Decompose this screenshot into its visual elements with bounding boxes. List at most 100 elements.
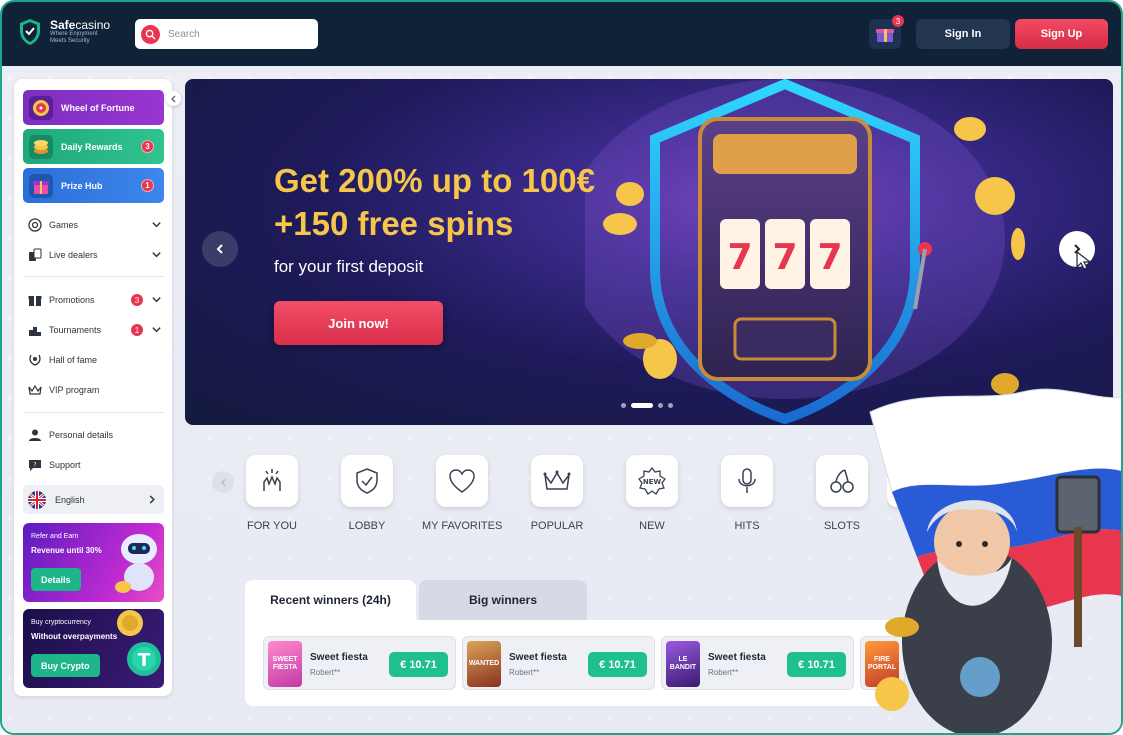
sidebar-item-label: Support bbox=[49, 460, 81, 470]
category-lobby[interactable]: LOBBY bbox=[327, 455, 407, 532]
divider bbox=[23, 412, 164, 413]
sidebar-item-promotions[interactable]: Promotions 3 bbox=[27, 289, 162, 311]
sidebar-item-label: Games bbox=[49, 220, 79, 230]
sidebar-item-label: Hall of fame bbox=[49, 355, 98, 365]
tile-label: Prize Hub bbox=[61, 180, 103, 191]
carousel-dot[interactable] bbox=[658, 403, 663, 408]
shield-check-icon bbox=[341, 455, 393, 507]
uk-flag-icon bbox=[28, 490, 46, 509]
category-my-favorites[interactable]: MY FAVORITES bbox=[422, 455, 502, 532]
chevron-down-icon[interactable] bbox=[151, 219, 162, 230]
sidebar-item-tournaments[interactable]: Tournaments 1 bbox=[27, 319, 162, 341]
winner-username: Robert** bbox=[509, 668, 540, 677]
sidebar-tile-daily-rewards[interactable]: Daily Rewards 3 bbox=[23, 129, 164, 164]
sidebar-item-games[interactable]: Games bbox=[27, 214, 162, 236]
category-label: MY FAVORITES bbox=[422, 520, 503, 532]
chevron-down-icon[interactable] bbox=[151, 324, 162, 335]
carousel-dots bbox=[621, 403, 673, 408]
logo[interactable]: Safecasino Where Enjoyment Meets Securit… bbox=[18, 18, 110, 46]
svg-text:7: 7 bbox=[727, 237, 752, 278]
chevron-down-icon[interactable] bbox=[151, 294, 162, 305]
sidebar-item-personal-details[interactable]: Personal details bbox=[27, 424, 162, 446]
sidebar-item-hall-of-fame[interactable]: Hall of fame bbox=[27, 349, 162, 371]
buy-crypto-button[interactable]: Buy Crypto bbox=[31, 654, 100, 677]
logo-tagline: Where Enjoyment Meets Security bbox=[50, 31, 98, 44]
game-thumbnail: WANTED bbox=[467, 641, 501, 687]
tab-recent-winners[interactable]: Recent winners (24h) bbox=[245, 580, 416, 620]
sidebar-item-label: Live dealers bbox=[49, 250, 98, 260]
search-bar[interactable] bbox=[135, 19, 318, 49]
sign-up-button[interactable]: Sign Up bbox=[1015, 19, 1108, 49]
banner-title: Get 200% up to 100€ +150 free spins bbox=[274, 159, 595, 245]
carousel-dot[interactable] bbox=[621, 403, 626, 408]
sidebar: Wheel of Fortune Daily Rewards 3 Prize H… bbox=[14, 79, 172, 696]
cards-icon bbox=[27, 248, 42, 263]
winner-username: Robert** bbox=[708, 668, 739, 677]
svg-text:7: 7 bbox=[772, 237, 797, 278]
sidebar-item-live-dealers[interactable]: Live dealers bbox=[27, 244, 162, 266]
carousel-dot-active[interactable] bbox=[631, 403, 653, 408]
chevron-left-icon bbox=[220, 478, 226, 486]
sidebar-tile-prize-hub[interactable]: Prize Hub 1 bbox=[23, 168, 164, 203]
search-input[interactable] bbox=[168, 28, 308, 40]
microphone-icon bbox=[721, 455, 773, 507]
game-thumbnail: SWEET FIESTA bbox=[268, 641, 302, 687]
gift-button[interactable]: 3 bbox=[869, 15, 904, 49]
crypto-card: Buy cryptocurrency Without overpayments … bbox=[23, 609, 164, 688]
sidebar-tile-wheel-of-fortune[interactable]: Wheel of Fortune bbox=[23, 90, 164, 125]
flag-and-warrior-illustration bbox=[869, 388, 1121, 733]
gift-badge: 3 bbox=[892, 15, 904, 27]
categories-prev-button[interactable] bbox=[212, 471, 234, 493]
crypto-small-text: Buy cryptocurrency bbox=[31, 619, 91, 626]
sidebar-item-vip-program[interactable]: VIP program bbox=[27, 379, 162, 401]
details-button[interactable]: Details bbox=[31, 568, 81, 591]
category-hits[interactable]: HITS bbox=[707, 455, 787, 532]
refer-card: Refer and Earn Revenue until 30% Details bbox=[23, 523, 164, 602]
hands-sparkle-icon bbox=[246, 455, 298, 507]
category-for-you[interactable]: FOR YOU bbox=[232, 455, 312, 532]
category-new[interactable]: NEW NEW bbox=[612, 455, 692, 532]
svg-text:7: 7 bbox=[817, 237, 842, 278]
language-selector[interactable]: English bbox=[23, 485, 164, 514]
sidebar-item-support[interactable]: ? Support bbox=[27, 454, 162, 476]
winner-amount: € 10.71 bbox=[588, 652, 647, 677]
wheel-icon bbox=[29, 95, 53, 120]
winner-game-name: Sweet fiesta bbox=[310, 652, 368, 663]
carousel-dot[interactable] bbox=[668, 403, 673, 408]
mouse-cursor-icon bbox=[1076, 251, 1092, 270]
winner-game-name: Sweet fiesta bbox=[509, 652, 567, 663]
winner-card[interactable]: LE BANDIT Sweet fiesta Robert** € 10.71 bbox=[661, 636, 854, 690]
top-bar: Safecasino Where Enjoyment Meets Securit… bbox=[2, 2, 1121, 66]
winner-game-name: Sweet fiesta bbox=[708, 652, 766, 663]
tile-label: Wheel of Fortune bbox=[61, 102, 135, 113]
winner-card[interactable]: SWEET FIESTA Sweet fiesta Robert** € 10.… bbox=[263, 636, 456, 690]
tile-label: Daily Rewards bbox=[61, 141, 123, 152]
new-badge-icon: NEW bbox=[626, 455, 678, 507]
chip-icon bbox=[27, 218, 42, 233]
robot-icon bbox=[115, 534, 157, 593]
crown-icon bbox=[27, 383, 42, 398]
divider bbox=[23, 276, 164, 277]
coins-icon bbox=[29, 134, 53, 159]
crypto-coins-icon: T bbox=[117, 610, 161, 676]
sign-in-button[interactable]: Sign In bbox=[916, 19, 1010, 49]
user-icon bbox=[27, 428, 42, 443]
sidebar-item-label: Promotions bbox=[49, 295, 95, 305]
category-popular[interactable]: POPULAR bbox=[517, 455, 597, 532]
crown-icon bbox=[531, 455, 583, 507]
search-icon[interactable] bbox=[141, 24, 160, 44]
banner-prev-button[interactable] bbox=[202, 231, 238, 267]
tab-big-winners[interactable]: Big winners bbox=[419, 580, 587, 620]
winner-card[interactable]: WANTED Sweet fiesta Robert** € 10.71 bbox=[462, 636, 655, 690]
collapse-sidebar-button[interactable] bbox=[166, 91, 181, 106]
hero-banner: 7 7 7 Get 200% up to 100€ +150 free spin… bbox=[185, 79, 1113, 425]
tile-badge: 1 bbox=[141, 179, 154, 192]
winner-amount: € 10.71 bbox=[389, 652, 448, 677]
slot-machine-illustration: 7 7 7 bbox=[585, 79, 1025, 425]
category-label: FOR YOU bbox=[247, 520, 297, 532]
nav-badge: 1 bbox=[131, 324, 143, 336]
svg-text:NEW: NEW bbox=[643, 478, 662, 486]
chevron-down-icon[interactable] bbox=[151, 249, 162, 260]
join-now-button[interactable]: Join now! bbox=[274, 301, 443, 345]
category-label: HITS bbox=[734, 520, 760, 532]
